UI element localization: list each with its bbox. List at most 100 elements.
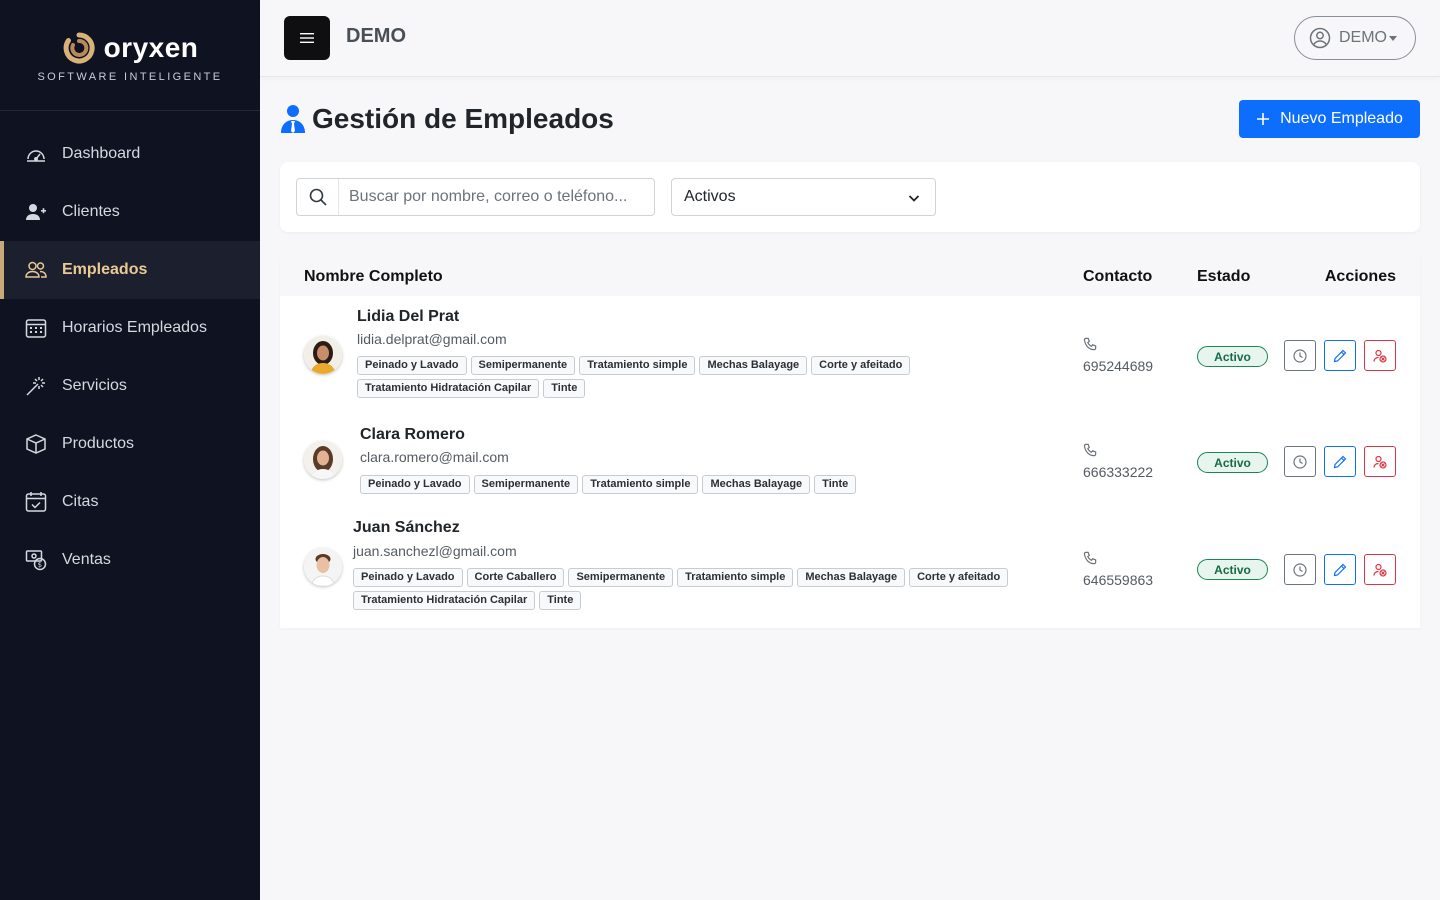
service-tags: Peinado y Lavado Semipermanente Tratamie…	[357, 356, 917, 398]
cash-coin-icon: $	[24, 548, 48, 572]
person-add-icon	[24, 200, 48, 224]
new-employee-button[interactable]: Nuevo Empleado	[1239, 100, 1420, 138]
status-filter-select[interactable]: Activos	[671, 178, 936, 216]
topbar-title: DEMO	[346, 25, 406, 47]
user-menu-label: DEMO	[1339, 29, 1387, 46]
box-icon	[24, 432, 48, 456]
sidebar-item-clientes[interactable]: Clientes	[0, 183, 260, 241]
hamburger-icon	[300, 33, 314, 43]
employee-phone: 646559863	[1083, 572, 1154, 588]
person-badge-icon	[281, 105, 305, 133]
chevron-down-icon	[908, 195, 920, 202]
clock-icon	[1293, 454, 1307, 469]
col-header-status: Estado	[1197, 268, 1251, 285]
deactivate-button[interactable]	[1364, 554, 1396, 585]
sidebar-item-label: Clientes	[62, 203, 120, 220]
deactivate-button[interactable]	[1364, 446, 1396, 477]
service-tag: Tratamiento Hidratación Capilar	[357, 379, 540, 398]
col-header-name: Nombre Completo	[304, 268, 443, 285]
service-tag: Peinado y Lavado	[357, 356, 467, 375]
edit-button[interactable]	[1324, 446, 1356, 477]
sidebar-item-label: Dashboard	[62, 145, 141, 162]
clock-icon	[1293, 348, 1307, 363]
schedule-button[interactable]	[1284, 446, 1316, 477]
schedule-button[interactable]	[1284, 340, 1316, 371]
menu-toggle-button[interactable]	[284, 16, 330, 60]
service-tag: Corte y afeitado	[909, 568, 1009, 587]
edit-button[interactable]	[1324, 554, 1356, 585]
deactivate-button[interactable]	[1364, 340, 1396, 371]
person-x-icon	[1373, 563, 1387, 577]
service-tag: Mechas Balayage	[797, 568, 906, 587]
search-input[interactable]	[339, 180, 654, 214]
service-tag: Semipermanente	[470, 356, 576, 375]
employee-email: clara.romero@mail.com	[360, 449, 509, 465]
sidebar-item-dashboard[interactable]: Dashboard	[0, 125, 260, 183]
service-tag: Corte Caballero	[466, 568, 565, 587]
employee-phone: 666333222	[1083, 464, 1154, 480]
brand-name: oryxen	[103, 32, 199, 63]
brand-tagline: SOFTWARE INTELIGENTE	[37, 71, 223, 83]
service-tag: Tratamiento simple	[579, 356, 696, 375]
person-x-icon	[1373, 455, 1387, 469]
sidebar-item-label: Ventas	[62, 551, 111, 568]
edit-button[interactable]	[1324, 340, 1356, 371]
page-title: Gestión de Empleados	[312, 103, 614, 134]
calendar-week-icon	[24, 316, 48, 340]
sidebar-item-servicios[interactable]: Servicios	[0, 357, 260, 415]
service-tag: Semipermanente	[473, 475, 579, 494]
schedule-button[interactable]	[1284, 554, 1316, 585]
service-tag: Peinado y Lavado	[353, 568, 463, 587]
sidebar-item-label: Citas	[62, 493, 99, 510]
status-badge: Activo	[1197, 559, 1268, 580]
service-tag: Peinado y Lavado	[360, 475, 470, 494]
service-tags: Peinado y Lavado Corte Caballero Semiper…	[353, 568, 1013, 610]
sidebar-item-empleados[interactable]: Empleados	[0, 241, 260, 299]
service-tag: Corte y afeitado	[811, 356, 911, 375]
employee-name: Clara Romero	[360, 426, 465, 443]
user-menu-button[interactable]: DEMO	[1294, 16, 1416, 60]
employee-name: Juan Sánchez	[353, 519, 460, 536]
service-tag: Tratamiento simple	[677, 568, 794, 587]
employee-phone: 695244689	[1083, 358, 1154, 374]
employee-name: Lidia Del Prat	[357, 308, 460, 325]
pencil-icon	[1333, 349, 1347, 362]
service-tag: Tratamiento Hidratación Capilar	[353, 591, 536, 610]
brand: oryxen SOFTWARE INTELIGENTE	[0, 0, 260, 111]
telephone-icon	[1083, 337, 1097, 351]
brand-logo-icon	[63, 32, 95, 64]
page-header: Gestión de Empleados	[280, 100, 614, 138]
service-tag: Semipermanente	[568, 568, 674, 587]
avatar	[304, 336, 342, 374]
svg-text:$: $	[38, 561, 42, 569]
service-tag: Tinte	[543, 379, 586, 398]
service-tags: Peinado y Lavado Semipermanente Tratamie…	[360, 475, 960, 494]
telephone-icon	[1083, 443, 1097, 457]
sidebar-item-citas[interactable]: Citas	[0, 473, 260, 531]
sidebar-item-label: Empleados	[62, 261, 148, 278]
pencil-icon	[1333, 563, 1347, 576]
sidebar-item-label: Servicios	[62, 377, 127, 394]
service-tag: Mechas Balayage	[699, 356, 808, 375]
person-x-icon	[1373, 349, 1387, 363]
status-badge: Activo	[1197, 452, 1268, 473]
sidebar-item-label: Productos	[62, 435, 135, 452]
search-icon	[297, 179, 339, 215]
service-tag: Tinte	[814, 475, 857, 494]
sidebar-item-ventas[interactable]: $ Ventas	[0, 531, 260, 589]
plus-icon	[1257, 113, 1270, 125]
search-box	[296, 178, 655, 216]
status-filter-value: Activos	[684, 188, 736, 205]
table-header: Nombre Completo Contacto Estado Acciones	[280, 256, 1420, 296]
status-badge: Activo	[1197, 346, 1268, 367]
caret-down-icon	[1389, 35, 1397, 41]
col-header-actions: Acciones	[1324, 268, 1396, 285]
sidebar-item-productos[interactable]: Productos	[0, 415, 260, 473]
service-tag: Tinte	[539, 591, 582, 610]
telephone-icon	[1083, 551, 1097, 565]
col-header-contact: Contacto	[1083, 268, 1153, 285]
speedometer-icon	[24, 142, 48, 166]
filter-card: Activos	[280, 162, 1420, 232]
sidebar-item-horarios-empleados[interactable]: Horarios Empleados	[0, 299, 260, 357]
employee-email: lidia.delprat@gmail.com	[357, 331, 507, 347]
